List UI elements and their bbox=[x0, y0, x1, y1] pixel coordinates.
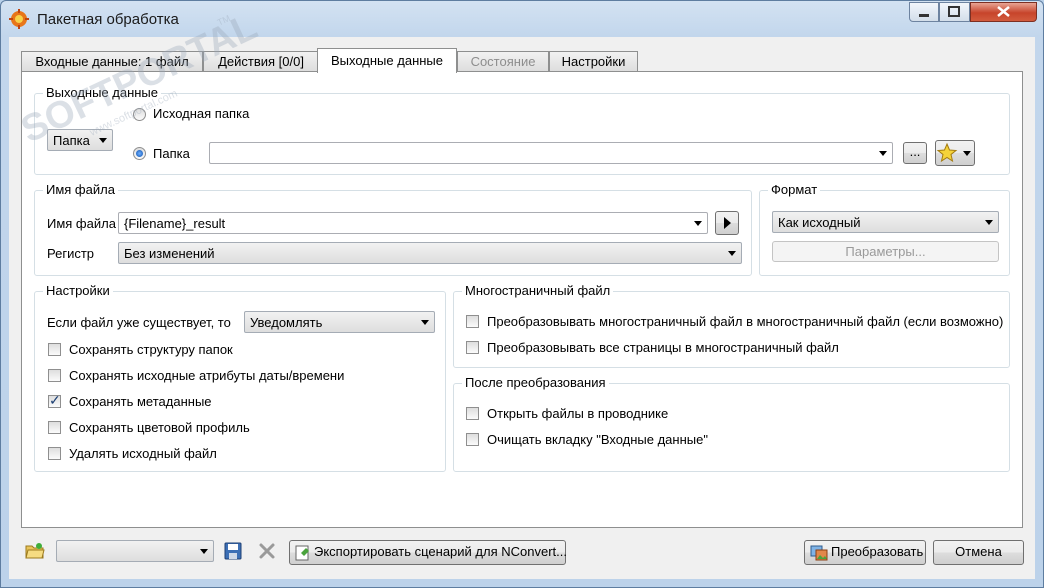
filename-pattern-value: {Filename}_result bbox=[124, 216, 226, 231]
case-label: Регистр bbox=[47, 246, 95, 261]
file-exists-label: Если файл уже существует, то bbox=[47, 315, 231, 330]
delete-source-label: Удалять исходный файл bbox=[69, 446, 217, 461]
multipage-to-multipage-checkbox[interactable] bbox=[466, 315, 479, 328]
open-folder-icon[interactable] bbox=[25, 541, 45, 561]
export-nconvert-button[interactable]: Экспортировать сценарий для NConvert... bbox=[289, 540, 567, 565]
file-exists-value: Уведомлять bbox=[250, 315, 323, 330]
format-value: Как исходный bbox=[778, 215, 861, 230]
close-button[interactable] bbox=[970, 2, 1037, 22]
filename-group-title: Имя файла bbox=[43, 182, 118, 198]
keep-folder-structure-label: Сохранять структуру папок bbox=[69, 342, 233, 357]
convert-button[interactable]: Преобразовать bbox=[804, 540, 926, 565]
tab-output[interactable]: Выходные данные bbox=[317, 48, 457, 73]
format-parameters-button: Параметры... bbox=[772, 241, 999, 262]
output-mode-dropdown[interactable]: Папка bbox=[47, 129, 113, 151]
radio-folder-label: Папка bbox=[153, 146, 190, 161]
case-dropdown[interactable]: Без изменений bbox=[118, 242, 742, 264]
format-group: Формат Как исходный Параметры... bbox=[759, 182, 1010, 276]
file-exists-dropdown[interactable]: Уведомлять bbox=[244, 311, 435, 333]
filename-pattern-input[interactable]: {Filename}_result bbox=[118, 212, 708, 234]
keep-folder-structure-checkbox[interactable] bbox=[48, 343, 61, 356]
convert-images-icon bbox=[810, 545, 828, 561]
cancel-button[interactable]: Отмена bbox=[933, 540, 1024, 565]
open-in-explorer-label: Открыть файлы в проводнике bbox=[487, 406, 669, 421]
tab-settings[interactable]: Настройки bbox=[549, 51, 638, 72]
export-nconvert-label: Экспортировать сценарий для NConvert... bbox=[314, 544, 567, 559]
play-arrow-icon bbox=[724, 217, 731, 229]
output-mode-value: Папка bbox=[53, 133, 90, 148]
minimize-icon bbox=[919, 14, 929, 17]
filename-label: Имя файла bbox=[47, 216, 116, 231]
after-conversion-group-title: После преобразования bbox=[462, 375, 609, 391]
radio-folder[interactable] bbox=[133, 147, 146, 160]
chevron-down-icon bbox=[879, 151, 887, 156]
tab-status: Состояние bbox=[457, 51, 549, 72]
settings-group: Настройки Если файл уже существует, то У… bbox=[34, 283, 446, 472]
tab-actions[interactable]: Действия [0/0] bbox=[203, 51, 319, 72]
multipage-group: Многостраничный файл Преобразовывать мно… bbox=[453, 283, 1010, 368]
favorites-button[interactable] bbox=[935, 140, 975, 166]
radio-source-folder-label: Исходная папка bbox=[153, 106, 250, 121]
delete-x-icon[interactable] bbox=[257, 541, 277, 561]
window-title: Пакетная обработка bbox=[37, 11, 179, 28]
format-dropdown[interactable]: Как исходный bbox=[772, 211, 999, 233]
chevron-down-icon bbox=[99, 138, 107, 143]
filename-group: Имя файла Имя файла {Filename}_result Ре… bbox=[34, 182, 752, 276]
xnview-app-icon bbox=[9, 9, 29, 29]
multipage-to-multipage-label: Преобразовывать многостраничный файл в м… bbox=[487, 314, 1004, 329]
radio-source-folder[interactable] bbox=[133, 108, 146, 121]
keep-datetime-checkbox[interactable] bbox=[48, 369, 61, 382]
keep-color-profile-checkbox[interactable] bbox=[48, 421, 61, 434]
delete-source-checkbox[interactable] bbox=[48, 447, 61, 460]
settings-group-title: Настройки bbox=[43, 283, 113, 299]
output-tab-panel: Выходные данные Папка Исходная папка Пап… bbox=[21, 71, 1023, 528]
keep-color-profile-label: Сохранять цветовой профиль bbox=[69, 420, 250, 435]
window: Пакетная обработка Входные данные: 1 фай… bbox=[0, 0, 1044, 588]
case-value: Без изменений bbox=[124, 246, 215, 261]
minimize-button[interactable] bbox=[909, 2, 939, 22]
all-pages-to-multipage-checkbox[interactable] bbox=[466, 341, 479, 354]
maximize-button[interactable] bbox=[939, 2, 970, 22]
close-icon bbox=[997, 6, 1010, 17]
browse-folder-button[interactable]: ... bbox=[903, 142, 927, 164]
keep-metadata-label: Сохранять метаданные bbox=[69, 394, 212, 409]
after-conversion-group: После преобразования Открыть файлы в про… bbox=[453, 375, 1010, 472]
chevron-down-icon bbox=[200, 549, 208, 554]
preset-dropdown[interactable] bbox=[56, 540, 214, 562]
chevron-down-icon bbox=[421, 320, 429, 325]
chevron-down-icon bbox=[728, 251, 736, 256]
all-pages-to-multipage-label: Преобразовывать все страницы в многостра… bbox=[487, 340, 839, 355]
clear-input-tab-label: Очищать вкладку "Входные данные" bbox=[487, 432, 708, 447]
keep-metadata-checkbox[interactable] bbox=[48, 392, 61, 409]
output-group-title: Выходные данные bbox=[43, 85, 162, 101]
title-bar[interactable]: Пакетная обработка bbox=[1, 1, 1043, 37]
export-script-icon bbox=[295, 545, 309, 561]
convert-label: Преобразовать bbox=[831, 544, 924, 559]
keep-datetime-label: Сохранять исходные атрибуты даты/времени bbox=[69, 368, 345, 383]
tab-input[interactable]: Входные данные: 1 файл bbox=[21, 51, 203, 72]
open-in-explorer-checkbox[interactable] bbox=[466, 407, 479, 420]
chevron-down-icon bbox=[694, 221, 702, 226]
multipage-group-title: Многостраничный файл bbox=[462, 283, 614, 299]
filename-insert-menu-button[interactable] bbox=[715, 211, 739, 235]
output-group: Выходные данные Папка Исходная папка Пап… bbox=[34, 85, 1010, 175]
star-icon bbox=[936, 142, 971, 163]
format-group-title: Формат bbox=[768, 182, 821, 198]
save-disk-icon[interactable] bbox=[223, 541, 243, 561]
clear-input-tab-checkbox[interactable] bbox=[466, 433, 479, 446]
maximize-icon bbox=[948, 6, 960, 17]
folder-path-input[interactable] bbox=[209, 142, 893, 164]
chevron-down-icon bbox=[985, 220, 993, 225]
dialog-client-area: Входные данные: 1 файл Действия [0/0] Вы… bbox=[9, 37, 1035, 579]
